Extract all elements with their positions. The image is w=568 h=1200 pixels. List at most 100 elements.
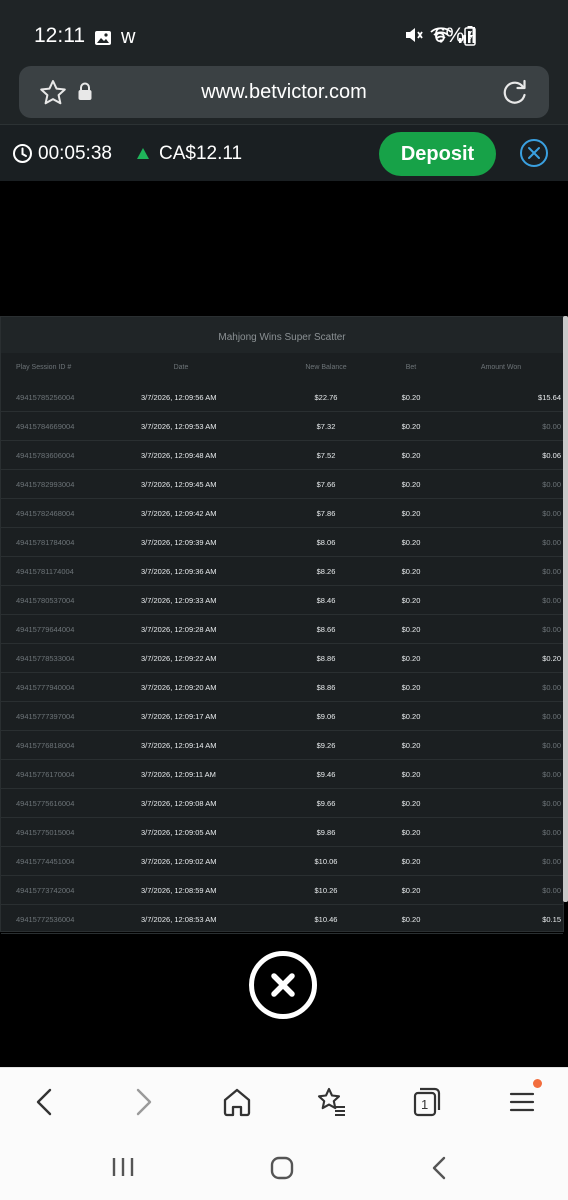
row-balance: $9.46 [316, 770, 336, 779]
row-amount-won: $0.00 [542, 857, 561, 866]
row-date: 3/7/2026, 12:09:02 AM [141, 857, 217, 866]
row-bet: $0.20 [401, 915, 421, 924]
back-icon[interactable] [28, 1085, 62, 1119]
row-balance: $9.26 [316, 741, 336, 750]
url-bar[interactable]: www.betvictor.com [19, 66, 549, 118]
row-bet: $0.20 [401, 480, 421, 489]
table-row: 49415776170004 3/7/2026, 12:09:11 AM $9.46… [1, 760, 563, 789]
close-icon[interactable] [520, 139, 548, 167]
forward-icon[interactable] [126, 1085, 160, 1119]
row-bet: $0.20 [401, 625, 421, 634]
row-bet: $0.20 [401, 741, 421, 750]
row-amount-won: $0.00 [542, 422, 561, 431]
row-date: 3/7/2026, 12:09:42 AM [141, 509, 217, 518]
row-balance: $22.76 [314, 393, 338, 402]
row-bet: $0.20 [401, 422, 421, 431]
gallery-icon [95, 30, 111, 45]
column-header: Amount Won [480, 364, 522, 371]
table-row: 49415785256004 3/7/2026, 12:09:56 AM $22.7… [1, 383, 563, 412]
row-balance: $8.66 [316, 625, 336, 634]
row-bet: $0.20 [401, 799, 421, 808]
table-row: 49415784669004 3/7/2026, 12:09:53 AM $7.32… [1, 412, 563, 441]
home-icon[interactable] [220, 1085, 254, 1119]
row-amount-won: $0.00 [542, 886, 561, 895]
table-body: 49415785256004 3/7/2026, 12:09:56 AM $22.7… [1, 383, 563, 934]
row-bet: $0.20 [401, 886, 421, 895]
row-date: 3/7/2026, 12:09:39 AM [141, 538, 217, 547]
row-balance: $10.46 [314, 915, 338, 924]
table-row: 49415776818004 3/7/2026, 12:09:14 AM $9.26… [1, 731, 563, 760]
table-row: 49415781174004 3/7/2026, 12:09:36 AM $8.26… [1, 557, 563, 586]
url-text[interactable]: www.betvictor.com [19, 81, 549, 104]
row-bet: $0.20 [401, 393, 421, 402]
row-bet: $0.20 [401, 567, 421, 576]
row-amount-won: $0.00 [542, 625, 561, 634]
table-row: 49415783606004 3/7/2026, 12:09:48 AM $7.52… [1, 441, 563, 470]
balance-up-arrow-icon [137, 148, 149, 159]
column-header: New Balance [305, 364, 347, 371]
table-row: 49415782468004 3/7/2026, 12:09:42 AM $7.86… [1, 499, 563, 528]
column-header: Bet [405, 364, 417, 371]
row-amount-won: $0.00 [542, 770, 561, 779]
deposit-button[interactable]: Deposit [379, 132, 496, 176]
bookmarks-icon[interactable] [315, 1085, 349, 1119]
clock-icon [13, 144, 32, 163]
row-bet: $0.20 [401, 538, 421, 547]
row-amount-won: $0.00 [542, 683, 561, 692]
account-balance: CA$12.11 [159, 143, 243, 164]
session-id: 49415775015004 [16, 828, 75, 837]
session-id: 49415772536004 [16, 915, 75, 924]
tabs-icon[interactable]: 1 [410, 1085, 444, 1119]
scrollbar[interactable] [563, 316, 568, 902]
reload-icon[interactable] [501, 78, 529, 106]
row-balance: $9.86 [316, 828, 336, 837]
close-button[interactable] [249, 951, 317, 1019]
status-time: 12:11 [34, 24, 85, 47]
browser-toolbar: 1 [0, 1067, 568, 1135]
row-amount-won: $0.00 [542, 741, 561, 750]
mute-icon [406, 28, 423, 42]
row-amount-won: $0.00 [542, 538, 561, 547]
row-balance: $8.06 [316, 538, 336, 547]
menu-icon [509, 1092, 535, 1112]
row-date: 3/7/2026, 12:09:08 AM [141, 799, 217, 808]
session-id: 49415777397004 [16, 712, 75, 721]
row-amount-won: $0.00 [542, 712, 561, 721]
table-row: 49415775015004 3/7/2026, 12:09:05 AM $9.86… [1, 818, 563, 847]
row-date: 3/7/2026, 12:09:36 AM [141, 567, 217, 576]
battery-percent: 6% [434, 24, 465, 47]
session-id: 49415776170004 [16, 770, 75, 779]
row-balance: $8.86 [316, 654, 336, 663]
row-balance: $7.32 [316, 422, 336, 431]
table-row: 49415777397004 3/7/2026, 12:09:17 AM $9.06… [1, 702, 563, 731]
table-row: 49415779644004 3/7/2026, 12:09:28 AM $8.66… [1, 615, 563, 644]
session-id: 49415773742004 [16, 886, 75, 895]
row-balance: $7.66 [316, 480, 336, 489]
row-date: 3/7/2026, 12:09:33 AM [141, 596, 217, 605]
row-date: 3/7/2026, 12:09:48 AM [141, 451, 217, 460]
recents-icon[interactable] [110, 1155, 136, 1179]
session-id: 49415782468004 [16, 509, 75, 518]
row-amount-won: $0.00 [542, 799, 561, 808]
notification-badge [533, 1079, 542, 1088]
home-nav-icon[interactable] [269, 1155, 295, 1181]
table-row: 49415782993004 3/7/2026, 12:09:45 AM $7.66… [1, 470, 563, 499]
row-balance: $8.46 [316, 596, 336, 605]
row-amount-won: $0.00 [542, 828, 561, 837]
table-row: 49415774451004 3/7/2026, 12:09:02 AM $10.0… [1, 847, 563, 876]
row-balance: $8.86 [316, 683, 336, 692]
table-row: 49415778533004 3/7/2026, 12:09:22 AM $8.86… [1, 644, 563, 673]
session-id: 49415782993004 [16, 480, 75, 489]
session-id: 49415778533004 [16, 654, 75, 663]
session-id: 49415777940004 [16, 683, 75, 692]
column-header: Date [173, 364, 189, 371]
menu-button[interactable] [506, 1079, 542, 1119]
back-nav-icon[interactable] [428, 1155, 452, 1181]
row-bet: $0.20 [401, 712, 421, 721]
session-id: 49415784669004 [16, 422, 75, 431]
browser-url-area: www.betvictor.com [0, 66, 568, 124]
status-bar: 12:11 w 6% [0, 0, 568, 66]
session-id: 49415781784004 [16, 538, 75, 547]
row-balance: $7.86 [316, 509, 336, 518]
row-date: 3/7/2026, 12:08:59 AM [141, 886, 217, 895]
